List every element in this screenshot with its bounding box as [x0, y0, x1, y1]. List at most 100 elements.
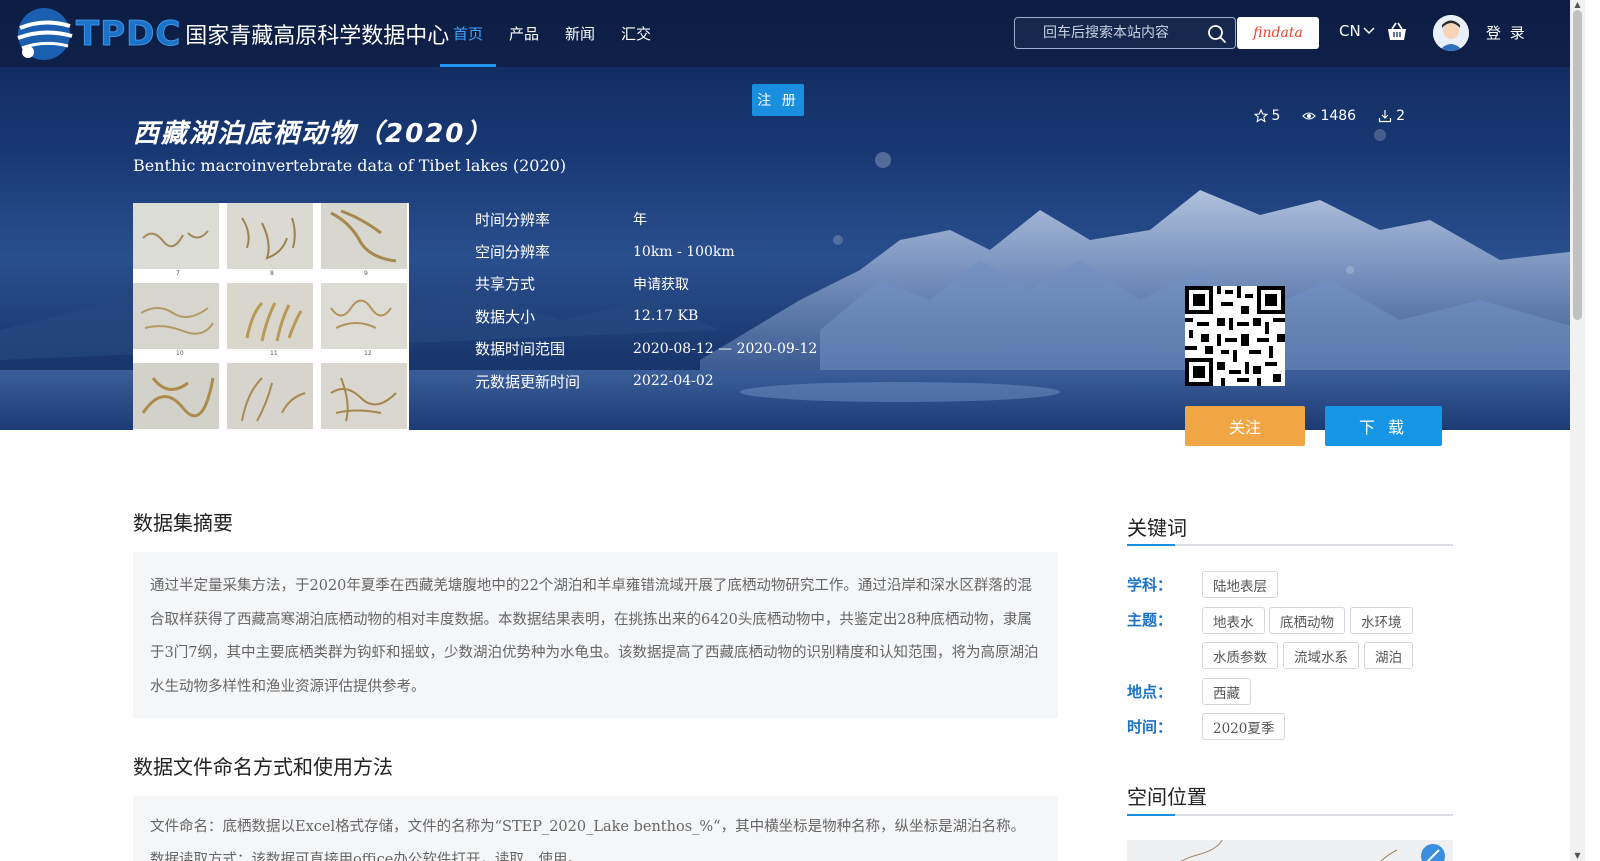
user-avatar[interactable] [1433, 15, 1469, 51]
keyword-tag[interactable]: 水质参数 [1202, 642, 1278, 669]
hero-banner: TPDC 国家青藏高原科学数据中心 首页 产品 新闻 汇交 findata CN [0, 0, 1585, 430]
meta-key: 共享方式 [475, 275, 536, 294]
meta-row: 元数据更新时间 2022-04-02 [475, 365, 817, 397]
theme-label: 主题： [1127, 611, 1173, 629]
nav-products[interactable]: 产品 [496, 0, 552, 67]
specimen-photo [133, 203, 219, 269]
dataset-title-en: Benthic macroinvertebrate data of Tibet … [133, 156, 567, 175]
keyword-tag[interactable]: 流域水系 [1283, 642, 1359, 669]
keyword-tag[interactable]: 2020夏季 [1202, 713, 1286, 740]
download-icon [1378, 110, 1392, 123]
dataset-metadata: 时间分辨率 年 空间分辨率 10km - 100km 共享方式 申请获取 数据大小 12… [475, 203, 817, 397]
page: TPDC 国家青藏高原科学数据中心 首页 产品 新闻 汇交 findata CN [0, 0, 1585, 861]
downloads-count: 2 [1396, 108, 1405, 124]
specimen-photo [227, 203, 313, 269]
follow-button[interactable]: 关注 [1185, 406, 1305, 446]
stars-count: 5 [1271, 108, 1281, 124]
eye-icon [1302, 112, 1317, 120]
qr-code [1185, 286, 1285, 386]
search-box [1014, 17, 1236, 49]
language-selector[interactable]: CN [1339, 22, 1375, 40]
specimen-photo [133, 283, 219, 349]
meta-value: 2020-08-12 — 2020-09-12 [633, 340, 818, 357]
scrollbar-thumb[interactable] [1573, 10, 1582, 320]
star-icon [1253, 109, 1268, 123]
logo-abbreviation: TPDC [75, 14, 182, 55]
meta-value: 2022-04-02 [633, 373, 714, 390]
meta-row: 时间分辨率 年 [475, 203, 817, 235]
specimen-photo [227, 363, 313, 429]
thumbnail-figure-label: 11 [270, 350, 278, 357]
meta-key: 时间分辨率 [475, 210, 551, 229]
naming-heading: 数据文件命名方式和使用方法 [133, 755, 393, 779]
specimen-photo [133, 363, 219, 429]
findata-button[interactable]: findata [1237, 17, 1319, 49]
thumbnail-figure-label: 9 [364, 270, 368, 277]
keyword-tag[interactable]: 地表水 [1202, 607, 1265, 634]
keywords-divider [1127, 544, 1453, 546]
meta-key: 数据时间范围 [475, 340, 566, 359]
dataset-title-cn: 西藏湖泊底栖动物（2020） [133, 119, 494, 149]
thumbnail-figure-label: 10 [176, 350, 184, 357]
main-nav: 首页 产品 新闻 汇交 [440, 0, 664, 67]
keyword-tag[interactable]: 底栖动物 [1269, 607, 1345, 634]
language-label: CN [1339, 22, 1361, 40]
meta-row: 空间分辨率 10km - 100km [475, 235, 817, 267]
stars-stat: 5 [1253, 108, 1281, 124]
scroll-up-icon[interactable]: ▲ [1573, 1, 1582, 9]
meta-row: 共享方式 申请获取 [475, 268, 817, 300]
location-map[interactable] [1127, 840, 1453, 861]
keyword-tag[interactable]: 水环境 [1350, 607, 1413, 634]
globe-logo-icon [17, 8, 73, 60]
specimen-photo [227, 283, 313, 349]
abstract-heading: 数据集摘要 [133, 511, 233, 535]
search-input[interactable] [1043, 18, 1193, 48]
meta-value: 12.17 KB [633, 308, 699, 325]
thumbnail-figure-label: 7 [176, 270, 180, 277]
meta-key: 空间分辨率 [475, 243, 551, 262]
meta-row: 数据时间范围 2020-08-12 — 2020-09-12 [475, 333, 817, 365]
map-preview [1127, 840, 1453, 861]
specimen-photo [321, 283, 407, 349]
views-count: 1486 [1320, 108, 1357, 124]
specimen-photo [321, 363, 407, 429]
search-icon[interactable] [1207, 24, 1227, 44]
place-label: 地点： [1127, 683, 1173, 701]
scroll-down-icon[interactable]: ▼ [1573, 852, 1582, 860]
downloads-stat: 2 [1378, 108, 1405, 124]
login-link[interactable]: 登 录 [1486, 22, 1527, 43]
dataset-stats: 5 1486 2 [1253, 108, 1405, 124]
basket-icon[interactable] [1386, 22, 1408, 42]
views-stat: 1486 [1302, 108, 1356, 124]
download-button[interactable]: 下 载 [1325, 406, 1442, 446]
nav-home[interactable]: 首页 [440, 0, 497, 67]
dataset-thumbnail[interactable]: 7 8 9 10 11 12 [133, 203, 409, 430]
top-navigation-bar: TPDC 国家青藏高原科学数据中心 首页 产品 新闻 汇交 findata CN [0, 0, 1585, 67]
user-avatar-icon [1433, 15, 1469, 51]
specimen-photo [321, 203, 407, 269]
nav-submit[interactable]: 汇交 [608, 0, 664, 67]
thumbnail-figure-label: 8 [270, 270, 274, 277]
meta-value: 10km - 100km [633, 243, 735, 260]
time-label: 时间： [1127, 718, 1173, 736]
keywords-heading: 关键词 [1127, 516, 1187, 540]
meta-row: 数据大小 12.17 KB [475, 300, 817, 332]
location-divider [1127, 814, 1453, 816]
nav-news[interactable]: 新闻 [552, 0, 608, 67]
vertical-scrollbar[interactable]: ▲ ▼ [1570, 0, 1585, 861]
logo-site-name: 国家青藏高原科学数据中心 [185, 24, 450, 49]
location-heading: 空间位置 [1127, 785, 1207, 809]
keyword-tag[interactable]: 湖泊 [1364, 642, 1413, 669]
meta-key: 元数据更新时间 [475, 372, 581, 391]
site-logo[interactable]: TPDC 国家青藏高原科学数据中心 [14, 4, 449, 64]
abstract-text: 通过半定量采集方法，于2020年夏季在西藏羌塘腹地中的22个湖泊和羊卓雍错流域开… [133, 552, 1058, 718]
register-button[interactable]: 注 册 [752, 84, 804, 116]
naming-text: 文件命名：底栖数据以Excel格式存储，文件的名称为“STEP_2020_Lak… [133, 796, 1058, 861]
thumbnail-figure-label: 12 [364, 350, 372, 357]
keyword-tag[interactable]: 西藏 [1202, 678, 1251, 705]
meta-key: 数据大小 [475, 307, 536, 326]
subject-label: 学科： [1127, 576, 1173, 594]
keyword-tag[interactable]: 陆地表层 [1202, 571, 1278, 598]
chevron-down-icon [1363, 27, 1375, 35]
meta-value: 年 [633, 212, 647, 229]
